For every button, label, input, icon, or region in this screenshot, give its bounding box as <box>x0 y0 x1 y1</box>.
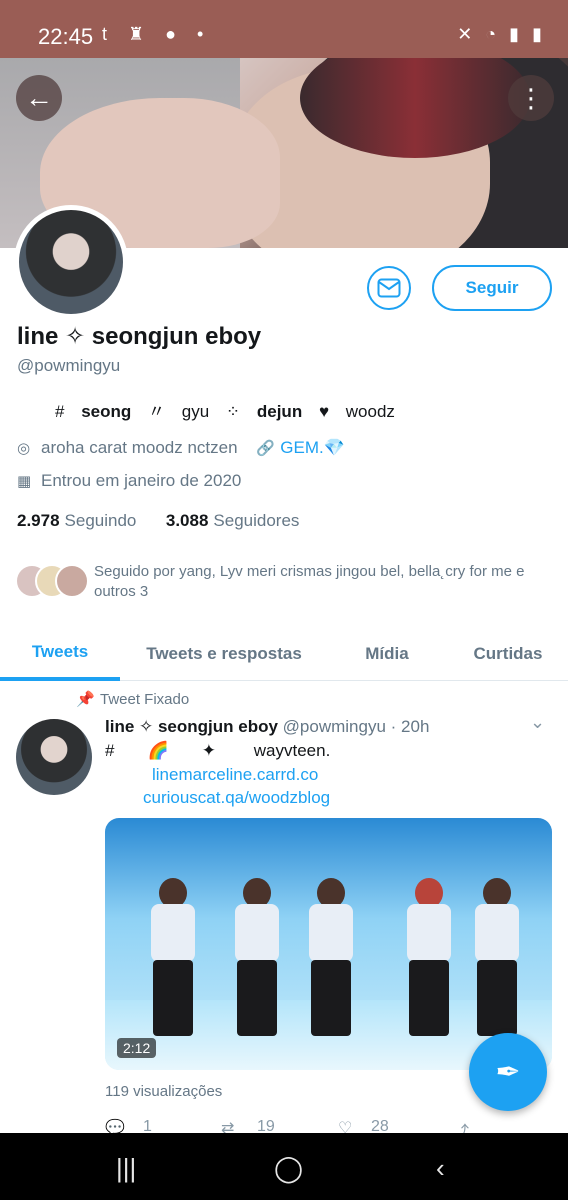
profile-location: aroha carat moodz nctzen <box>41 438 238 457</box>
more-options-button[interactable]: ⋮ <box>508 75 554 121</box>
tab-media[interactable]: Mídia <box>340 626 434 681</box>
tweet-link-carrd[interactable]: linemarceline.carrd.co <box>152 765 318 785</box>
following-stat[interactable]: 2.978 Seguindo <box>17 511 136 530</box>
back-button[interactable]: ← <box>16 75 62 121</box>
notification-icons: t ♜ ● • <box>102 24 212 44</box>
android-nav-bar: ||| ◯ ‹ <box>0 1133 568 1200</box>
profile-joined-row: ▦ Entrou em janeiro de 2020 <box>17 471 241 491</box>
tweet-views: 119 visualizações <box>105 1083 223 1100</box>
pinned-label: 📌 Tweet Fixado <box>76 691 190 708</box>
tab-tweets-replies[interactable]: Tweets e respostas <box>130 626 318 681</box>
back-nav-icon[interactable]: ‹ <box>436 1153 445 1184</box>
recent-apps-icon[interactable]: ||| <box>116 1153 136 1184</box>
followed-by-text: Seguido por yang, Lyv meri crismas jingo… <box>94 563 525 600</box>
tweet-time: · 20h <box>390 717 430 736</box>
envelope-icon <box>377 278 401 298</box>
chevron-down-icon[interactable]: ⌄ <box>530 712 545 733</box>
profile-stats: 2.978 Seguindo 3.088 Seguidores <box>17 511 299 531</box>
profile-avatar[interactable] <box>14 205 128 319</box>
like-count: 28 <box>371 1118 389 1134</box>
message-button[interactable] <box>367 266 411 310</box>
system-status-icons: ✕ ◔ ▮ ▮ <box>457 24 546 44</box>
link-icon: 🔗 <box>256 440 275 457</box>
location-pin-icon: ◎ <box>17 440 31 457</box>
profile-tabs: Tweets Tweets e respostas Mídia Curtidas <box>0 626 568 681</box>
profile-bio: # seong 〃 gyu ⁘ dejun ♥ woodz <box>55 402 395 421</box>
calendar-icon: ▦ <box>17 473 32 490</box>
tweet-video[interactable]: 2:12 <box>105 818 552 1070</box>
followed-by-avatars <box>15 564 89 600</box>
follow-button[interactable]: Seguir <box>432 265 552 311</box>
home-icon[interactable]: ◯ <box>274 1153 303 1184</box>
profile-link[interactable]: GEM.💎 <box>280 438 345 457</box>
tab-tweets[interactable]: Tweets <box>0 626 120 681</box>
tweet-header: line ✧ seongjun eboy @powmingyu · 20h <box>105 717 429 737</box>
tweet-author-name[interactable]: line ✧ seongjun eboy <box>105 717 278 736</box>
tab-likes[interactable]: Curtidas <box>458 626 558 681</box>
arrow-left-icon: ← <box>25 82 53 113</box>
profile-handle: @powmingyu <box>17 356 121 375</box>
reply-count: 1 <box>143 1118 152 1134</box>
retweet-count: 19 <box>257 1118 275 1134</box>
feather-plus-icon: ✒ <box>495 1055 521 1089</box>
followers-stat[interactable]: 3.088 Seguidores <box>166 511 300 530</box>
reply-icon[interactable]: 💬 <box>105 1118 125 1134</box>
profile-location-row: ◎ aroha carat moodz nctzen 🔗 GEM.💎 <box>17 438 345 458</box>
retweet-icon[interactable]: ⇄ <box>221 1118 234 1134</box>
tweet-link-curiouscat[interactable]: curiouscat.qa/woodzblog <box>143 788 330 808</box>
more-vertical-icon: ⋮ <box>518 83 544 113</box>
tweet-avatar[interactable] <box>16 719 92 795</box>
tweet-author-handle: @powmingyu <box>282 717 386 736</box>
status-time: 22:45 <box>38 24 94 49</box>
like-icon[interactable]: ♡ <box>338 1118 352 1134</box>
compose-tweet-button[interactable]: ✒ <box>469 1033 547 1111</box>
video-duration: 2:12 <box>117 1038 157 1058</box>
profile-joined: Entrou em janeiro de 2020 <box>41 471 242 490</box>
tweet-text: # 🌈 ✦ wayvteen. <box>105 741 331 760</box>
profile-name: line ✧ seongjun eboy <box>17 323 262 350</box>
pin-icon: 📌 <box>76 691 95 708</box>
status-bar: 22:45 t ♜ ● • ✕ ◔ ▮ ▮ <box>0 0 568 58</box>
share-icon[interactable]: ⤴ <box>453 1118 469 1134</box>
tweet-actions: 💬 1 ⇄ 19 ♡ 28 ⤴ <box>105 1118 485 1134</box>
